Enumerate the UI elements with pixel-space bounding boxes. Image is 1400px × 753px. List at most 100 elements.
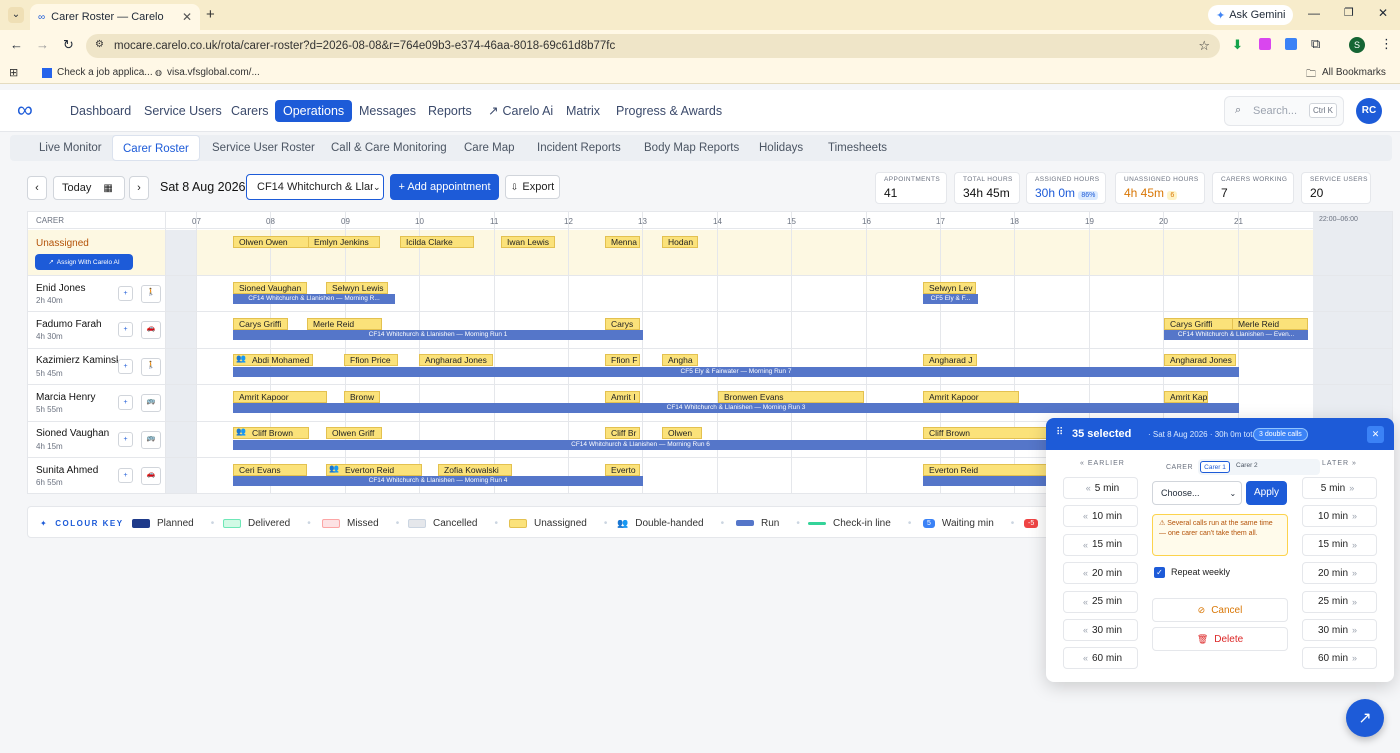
appointment[interactable]: Angha [662, 354, 698, 366]
bookmark-item[interactable]: Check a job applica... [42, 67, 153, 78]
appointment[interactable]: Everton Reid [923, 464, 1047, 476]
shift-earlier-button[interactable]: «15 min [1063, 533, 1138, 556]
appointment-unassigned[interactable]: Hodan [662, 236, 698, 248]
tab-holidays[interactable]: Holidays [749, 135, 813, 161]
nav-progress-awards[interactable]: Progress & Awards [608, 100, 730, 122]
appointment[interactable]: Everto [605, 464, 640, 476]
appointment[interactable]: Angharad Jones [419, 354, 493, 366]
extensions-puzzle-icon[interactable]: ⧉ [1311, 36, 1320, 52]
next-day-button[interactable]: › [129, 176, 149, 200]
address-bar[interactable]: ⚙ mocare.carelo.co.uk/rota/carer-roster?… [86, 34, 1220, 58]
run-bar[interactable]: CF5 Ely & F... [923, 294, 978, 304]
appointment[interactable]: Carys Griffi [233, 318, 288, 330]
run-bar[interactable]: CF14 Whitchurch & Llanishen — Morning Ru… [233, 403, 1239, 413]
run-bar[interactable]: CF14 Whitchurch & Llanishen — Even... [1164, 330, 1308, 340]
shift-earlier-button[interactable]: «5 min [1063, 477, 1138, 499]
appointment-unassigned[interactable]: Emlyn Jenkins [308, 236, 380, 248]
shift-later-button[interactable]: 5 min» [1302, 477, 1377, 499]
appointment-unassigned[interactable]: Olwen Owen [233, 236, 309, 248]
tab-service-user-roster[interactable]: Service User Roster [202, 135, 325, 161]
today-button[interactable]: Today ▦ [53, 176, 125, 200]
carer-name[interactable]: Marcia Henry [36, 392, 95, 403]
close-tab-icon[interactable]: ✕ [182, 10, 192, 24]
carer-name[interactable]: Kazimierz Kaminska [36, 355, 118, 366]
run-bar[interactable]: CF5 Ely & Fairwater — Morning Run 7 [233, 367, 1239, 377]
ask-gemini-button[interactable]: ✦ Ask Gemini [1208, 5, 1294, 25]
carer-name[interactable]: Fadumo Farah [36, 319, 102, 330]
run-bar[interactable] [923, 476, 1048, 486]
calendar-icon[interactable]: ▦ [103, 183, 112, 194]
area-select[interactable]: CF14 Whitchurch & Llanishen ⌄ [246, 174, 384, 200]
apps-grid-icon[interactable]: ⊞ [9, 66, 18, 79]
shift-later-button[interactable]: 25 min» [1302, 590, 1377, 613]
add-appointment-button[interactable]: + Add appointment [390, 174, 499, 200]
new-tab-icon[interactable]: + [206, 6, 215, 23]
shift-earlier-button[interactable]: «25 min [1063, 590, 1138, 613]
download-icon[interactable]: ⬇ [1232, 37, 1243, 53]
appointment[interactable]: Sioned Vaughan [233, 282, 307, 294]
tab-live-monitor[interactable]: Live Monitor [29, 135, 112, 161]
appointment[interactable]: Bronwen Evans [718, 391, 864, 403]
appointment[interactable]: Bronw [344, 391, 380, 403]
nav-messages[interactable]: Messages [351, 100, 424, 122]
close-icon[interactable]: ✕ [1367, 426, 1384, 443]
drag-handle-icon[interactable]: ⠿ [1056, 427, 1063, 438]
shift-earlier-button[interactable]: «30 min [1063, 619, 1138, 641]
appointment[interactable]: Amrit Kapoor [923, 391, 1019, 403]
appointment[interactable]: Merle Reid [1232, 318, 1308, 330]
prev-day-button[interactable]: ‹ [27, 176, 47, 200]
appointment[interactable]: Ceri Evans [233, 464, 307, 476]
tab-care-map[interactable]: Care Map [454, 135, 525, 161]
carer-name[interactable]: Sioned Vaughan [36, 428, 109, 439]
appointment[interactable]: Cliff Brown [923, 427, 1047, 439]
cancel-button[interactable]: ⊘ Cancel [1152, 598, 1288, 622]
tab-carer-2[interactable]: Carer 2 [1236, 462, 1258, 469]
appointment[interactable]: Olwen [662, 427, 702, 439]
appointment[interactable]: Ffion F [605, 354, 640, 366]
nav-reports[interactable]: Reports [420, 100, 480, 122]
nav-operations[interactable]: Operations [275, 100, 353, 122]
carelo-logo[interactable]: ∞ [17, 99, 33, 121]
extension-icon[interactable] [1259, 38, 1271, 50]
appointment[interactable]: Selwyn Lewis [326, 282, 388, 294]
user-avatar[interactable]: RC [1356, 98, 1382, 124]
appointment-unassigned[interactable]: Icilda Clarke [400, 236, 474, 248]
shift-earlier-button[interactable]: «60 min [1063, 647, 1138, 670]
close-window-icon[interactable]: ✕ [1378, 6, 1388, 20]
apply-button[interactable]: Apply [1246, 481, 1287, 505]
appointment[interactable]: Olwen Griff [326, 427, 382, 439]
delete-button[interactable]: 🗑 Delete [1152, 627, 1288, 651]
appointment-unassigned[interactable]: Menna [605, 236, 640, 248]
shift-later-button[interactable]: 10 min» [1302, 505, 1377, 528]
carer-choose-select[interactable]: Choose... ⌄ [1152, 481, 1242, 505]
appointment[interactable]: Zofia Kowalski [438, 464, 512, 476]
shift-later-button[interactable]: 30 min» [1302, 619, 1377, 641]
assign-with-carelo-ai-button[interactable]: ↗ Assign With Carelo AI [35, 254, 133, 270]
run-bar[interactable]: CF14 Whitchurch & Llanishen — Morning Ru… [233, 476, 643, 486]
browser-menu-icon[interactable]: ⋮ [1380, 36, 1393, 52]
appointment[interactable]: Merle Reid [307, 318, 382, 330]
appointment[interactable]: Angharad J [923, 354, 977, 366]
bookmark-item[interactable]: ◍ visa.vfsglobal.com/... [155, 67, 260, 78]
shift-later-button[interactable]: 20 min» [1302, 562, 1377, 585]
tab-timesheets[interactable]: Timesheets [818, 135, 897, 161]
repeat-weekly-checkbox[interactable]: ✓ [1154, 567, 1165, 578]
run-bar[interactable]: CF14 Whitchurch & Llanishen — Morning R.… [233, 294, 395, 304]
bookmark-star-icon[interactable]: ☆ [1198, 38, 1210, 54]
carer-name[interactable]: Sunita Ahmed [36, 465, 98, 476]
appointment[interactable]: Cliff Br [605, 427, 640, 439]
export-button[interactable]: ⇩ Export [505, 175, 560, 199]
search-input[interactable]: ⌕ Search... Ctrl K [1224, 96, 1344, 126]
back-icon[interactable]: ← [10, 37, 23, 52]
extension-blue-icon[interactable] [1285, 38, 1297, 50]
appointment-unassigned[interactable]: Iwan Lewis [501, 236, 555, 248]
appointment[interactable]: Amrit Kap [1164, 391, 1208, 403]
run-bar[interactable]: CF14 Whitchurch & Llanishen — Morning Ru… [233, 330, 643, 340]
carer-add-icon[interactable]: + [118, 468, 133, 483]
appointment[interactable]: Amrit I [605, 391, 640, 403]
tab-carer-roster[interactable]: Carer Roster [112, 135, 200, 161]
shift-earlier-button[interactable]: «10 min [1063, 505, 1138, 528]
shift-earlier-button[interactable]: «20 min [1063, 562, 1138, 585]
nav-carelo-ai[interactable]: ↗ Carelo Ai [480, 100, 561, 122]
appointment-double-handed[interactable]: Everton Reid [326, 464, 422, 476]
